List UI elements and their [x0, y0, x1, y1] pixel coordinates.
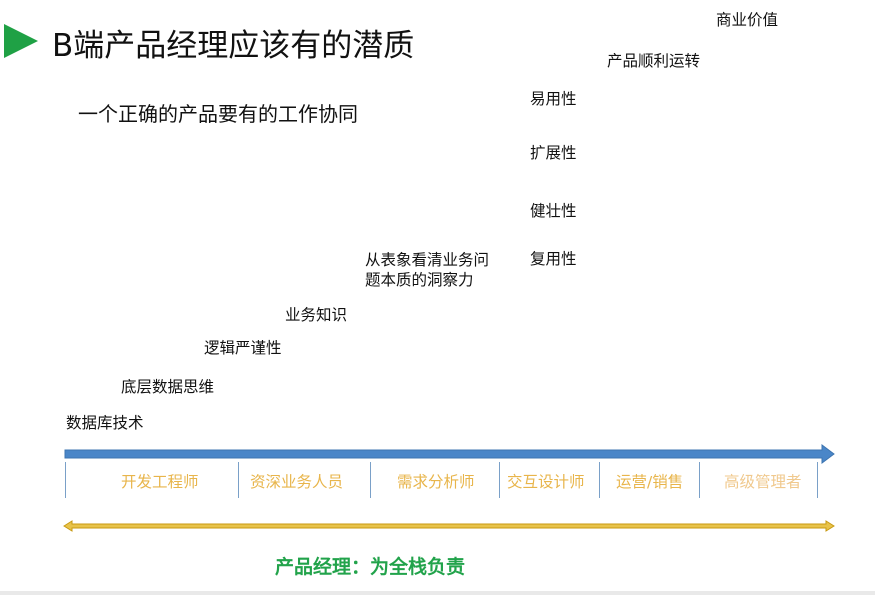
- role-divider: [65, 462, 66, 498]
- role-label: 高级管理者: [724, 473, 802, 491]
- role-divider: [370, 462, 371, 498]
- role-divider: [499, 462, 500, 498]
- skill-label: 数据库技术: [66, 414, 144, 432]
- role-label: 开发工程师: [121, 473, 199, 491]
- skill-label: 复用性: [530, 250, 577, 268]
- role-divider: [817, 462, 818, 498]
- skill-label: 易用性: [530, 90, 577, 108]
- skill-label: 商业价值: [716, 11, 779, 29]
- role-label: 运营/销售: [616, 473, 684, 491]
- page-subtitle: 一个正确的产品要有的工作协同: [78, 102, 358, 126]
- page-title: B端产品经理应该有的潜质: [52, 28, 415, 64]
- role-label: 需求分析师: [397, 473, 475, 491]
- skill-label: 产品顺利运转: [607, 52, 701, 70]
- title-triangle-icon: [4, 24, 38, 58]
- footer-caption: 产品经理：为全栈负责: [275, 556, 466, 578]
- skill-label: 底层数据思维: [121, 378, 215, 396]
- timeline-arrow: [64, 444, 835, 464]
- skill-label: 业务知识: [285, 306, 348, 324]
- role-label: 交互设计师: [507, 473, 585, 491]
- slide-bottom-edge: [0, 591, 875, 595]
- skill-label: 健壮性: [530, 202, 577, 220]
- skill-label: 从表象看清业务问题本质的洞察力: [365, 251, 490, 289]
- skill-label: 逻辑严谨性: [204, 339, 282, 357]
- skill-label: 扩展性: [530, 144, 577, 162]
- role-divider: [699, 462, 700, 498]
- full-stack-bar: [63, 520, 835, 532]
- role-divider: [238, 462, 239, 498]
- role-label: 资深业务人员: [250, 473, 344, 491]
- role-divider: [599, 462, 600, 498]
